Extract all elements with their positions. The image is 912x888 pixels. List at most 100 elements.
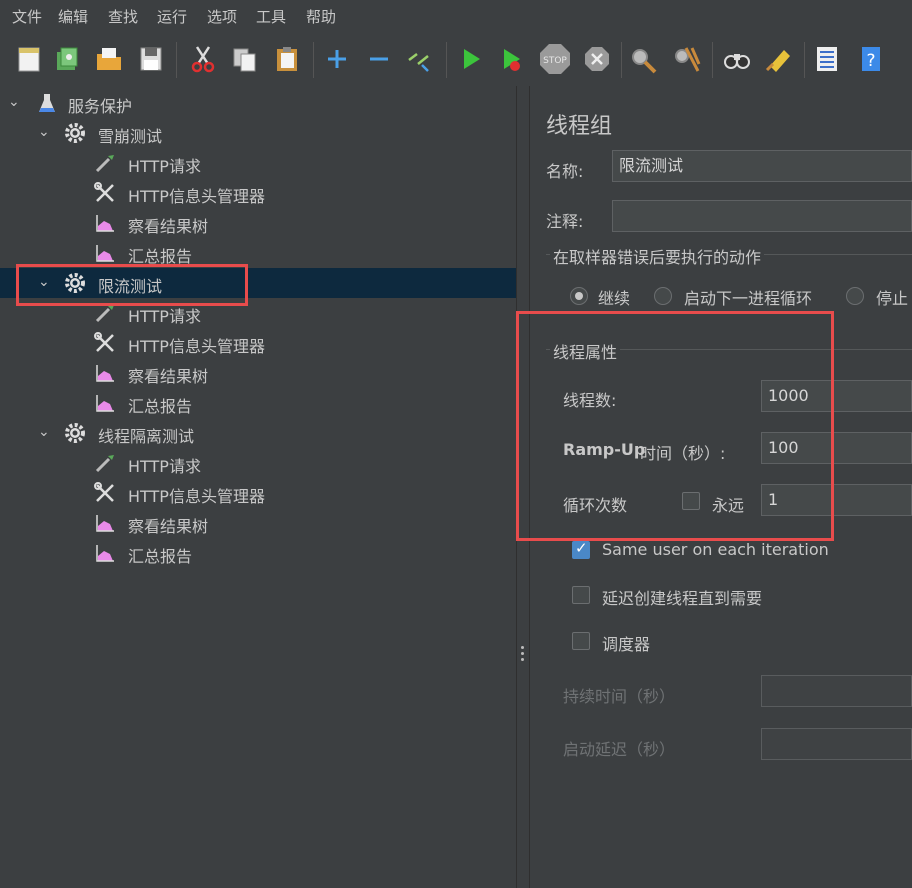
tree-label: HTTP信息头管理器: [128, 487, 265, 506]
radio-stop[interactable]: [846, 287, 864, 305]
tree-thread-group[interactable]: ⌄ 雪崩测试: [0, 118, 516, 148]
tree-root[interactable]: ⌄ 服务保护: [0, 88, 516, 118]
radio-next-loop[interactable]: [654, 287, 672, 305]
menu-help[interactable]: 帮助: [306, 6, 336, 27]
drag-handle-icon[interactable]: [521, 646, 524, 664]
tree-thread-group[interactable]: ⌄ 线程隔离测试: [0, 418, 516, 448]
start-icon[interactable]: [456, 44, 486, 74]
tree-label: 线程隔离测试: [98, 427, 195, 446]
tree-label: 察看结果树: [128, 367, 209, 386]
toolbar-separator: [313, 42, 314, 78]
clear-icon[interactable]: [628, 44, 658, 74]
open-icon[interactable]: [94, 44, 124, 74]
menu-tools[interactable]: 工具: [256, 6, 286, 27]
same-user-label: Same user on each iteration: [602, 540, 829, 559]
wrench-icon: [94, 182, 114, 202]
toolbar-separator: [621, 42, 622, 78]
name-field[interactable]: 限流测试: [612, 150, 912, 182]
gear-icon: [65, 123, 85, 143]
comment-field[interactable]: [612, 200, 912, 232]
comment-label: 注释:: [546, 212, 584, 231]
radio-stop-label: 停止: [876, 289, 909, 308]
collapse-icon[interactable]: [364, 44, 394, 74]
tree-label: 汇总报告: [128, 397, 193, 416]
function-helper-icon[interactable]: [812, 44, 842, 74]
chart-icon: [96, 395, 114, 412]
menu-bar: 文件 编辑 查找 运行 选项 工具 帮助: [0, 0, 912, 32]
pipette-icon: [95, 455, 114, 473]
clear-all-icon[interactable]: [672, 44, 702, 74]
tree-item[interactable]: HTTP信息头管理器: [0, 328, 516, 358]
tree-item[interactable]: 汇总报告: [0, 538, 516, 568]
tree-label: HTTP请求: [128, 157, 201, 176]
same-user-checkbox[interactable]: [572, 539, 590, 559]
paste-icon[interactable]: [272, 44, 302, 74]
chart-icon: [96, 365, 114, 382]
menu-run[interactable]: 运行: [157, 6, 187, 27]
tree-item[interactable]: 察看结果树: [0, 208, 516, 238]
help-icon[interactable]: ?: [856, 44, 886, 74]
scheduler-checkbox[interactable]: [572, 632, 590, 650]
reset-search-icon[interactable]: [764, 44, 794, 74]
tree-label: 雪崩测试: [98, 127, 163, 146]
delay-thread-creation-label: 延迟创建线程直到需要: [602, 589, 763, 608]
name-label: 名称:: [546, 162, 584, 181]
chevron-down-icon[interactable]: ⌄: [8, 94, 20, 110]
wrench-icon: [94, 332, 114, 352]
chevron-down-icon[interactable]: ⌄: [38, 424, 50, 440]
tree-label: 汇总报告: [128, 547, 193, 566]
toolbar-separator: [804, 42, 805, 78]
stop-icon-label: STOP: [543, 56, 567, 66]
duration-input[interactable]: [761, 675, 912, 707]
templates-icon[interactable]: [52, 44, 82, 74]
save-icon[interactable]: [136, 44, 166, 74]
toggle-icon[interactable]: [404, 44, 434, 74]
svg-text:?: ?: [866, 51, 875, 71]
tree-item[interactable]: HTTP信息头管理器: [0, 478, 516, 508]
menu-file[interactable]: 文件: [12, 6, 42, 27]
gear-icon: [65, 423, 85, 443]
stop-icon[interactable]: STOP: [538, 42, 572, 76]
tree-item[interactable]: 察看结果树: [0, 358, 516, 388]
tree-label: 服务保护: [68, 97, 133, 116]
tree-label: 察看结果树: [128, 517, 209, 536]
shutdown-icon[interactable]: [582, 44, 612, 74]
start-no-timers-icon[interactable]: [496, 44, 526, 74]
tree-label: HTTP信息头管理器: [128, 337, 265, 356]
menu-options[interactable]: 选项: [207, 6, 237, 27]
duration-label: 持续时间（秒）: [563, 687, 676, 706]
tree-item[interactable]: 汇总报告: [0, 388, 516, 418]
test-plan-tree: ⌄ 服务保护 ⌄ 雪崩测试 HTTP请求 HTTP信息头管理器 察看结果树 汇总…: [0, 86, 517, 888]
tree-item[interactable]: HTTP信息头管理器: [0, 178, 516, 208]
radio-next-loop-label: 启动下一进程循环: [684, 289, 813, 308]
tree-label: HTTP请求: [128, 307, 201, 326]
search-icon[interactable]: [722, 44, 752, 74]
tree-item[interactable]: 察看结果树: [0, 508, 516, 538]
toolbar-separator: [712, 42, 713, 78]
radio-continue-label: 继续: [598, 289, 631, 308]
pipette-icon: [95, 155, 114, 173]
chart-icon: [96, 215, 114, 232]
wrench-icon: [94, 482, 114, 502]
expand-icon[interactable]: [322, 44, 352, 74]
menu-search[interactable]: 查找: [108, 6, 138, 27]
new-icon[interactable]: [14, 44, 44, 74]
chevron-down-icon[interactable]: ⌄: [38, 124, 50, 140]
tree-item[interactable]: HTTP请求: [0, 448, 516, 478]
scheduler-label: 调度器: [602, 635, 651, 654]
page-title: 线程组: [546, 114, 613, 139]
menu-edit[interactable]: 编辑: [58, 6, 88, 27]
chart-icon: [96, 515, 114, 532]
toolbar: STOP ?: [0, 36, 912, 87]
delay-thread-creation-checkbox[interactable]: [572, 586, 590, 604]
tree-item[interactable]: HTTP请求: [0, 148, 516, 178]
test-plan-icon: [39, 94, 55, 112]
cut-icon[interactable]: [188, 44, 218, 74]
copy-icon[interactable]: [230, 44, 260, 74]
startup-delay-input[interactable]: [761, 728, 912, 760]
error-action-group-title: 在取样器错误后要执行的动作: [550, 244, 765, 268]
chart-icon: [96, 545, 114, 562]
toolbar-separator: [446, 42, 447, 78]
radio-continue[interactable]: [570, 287, 588, 305]
tree-label: 察看结果树: [128, 217, 209, 236]
